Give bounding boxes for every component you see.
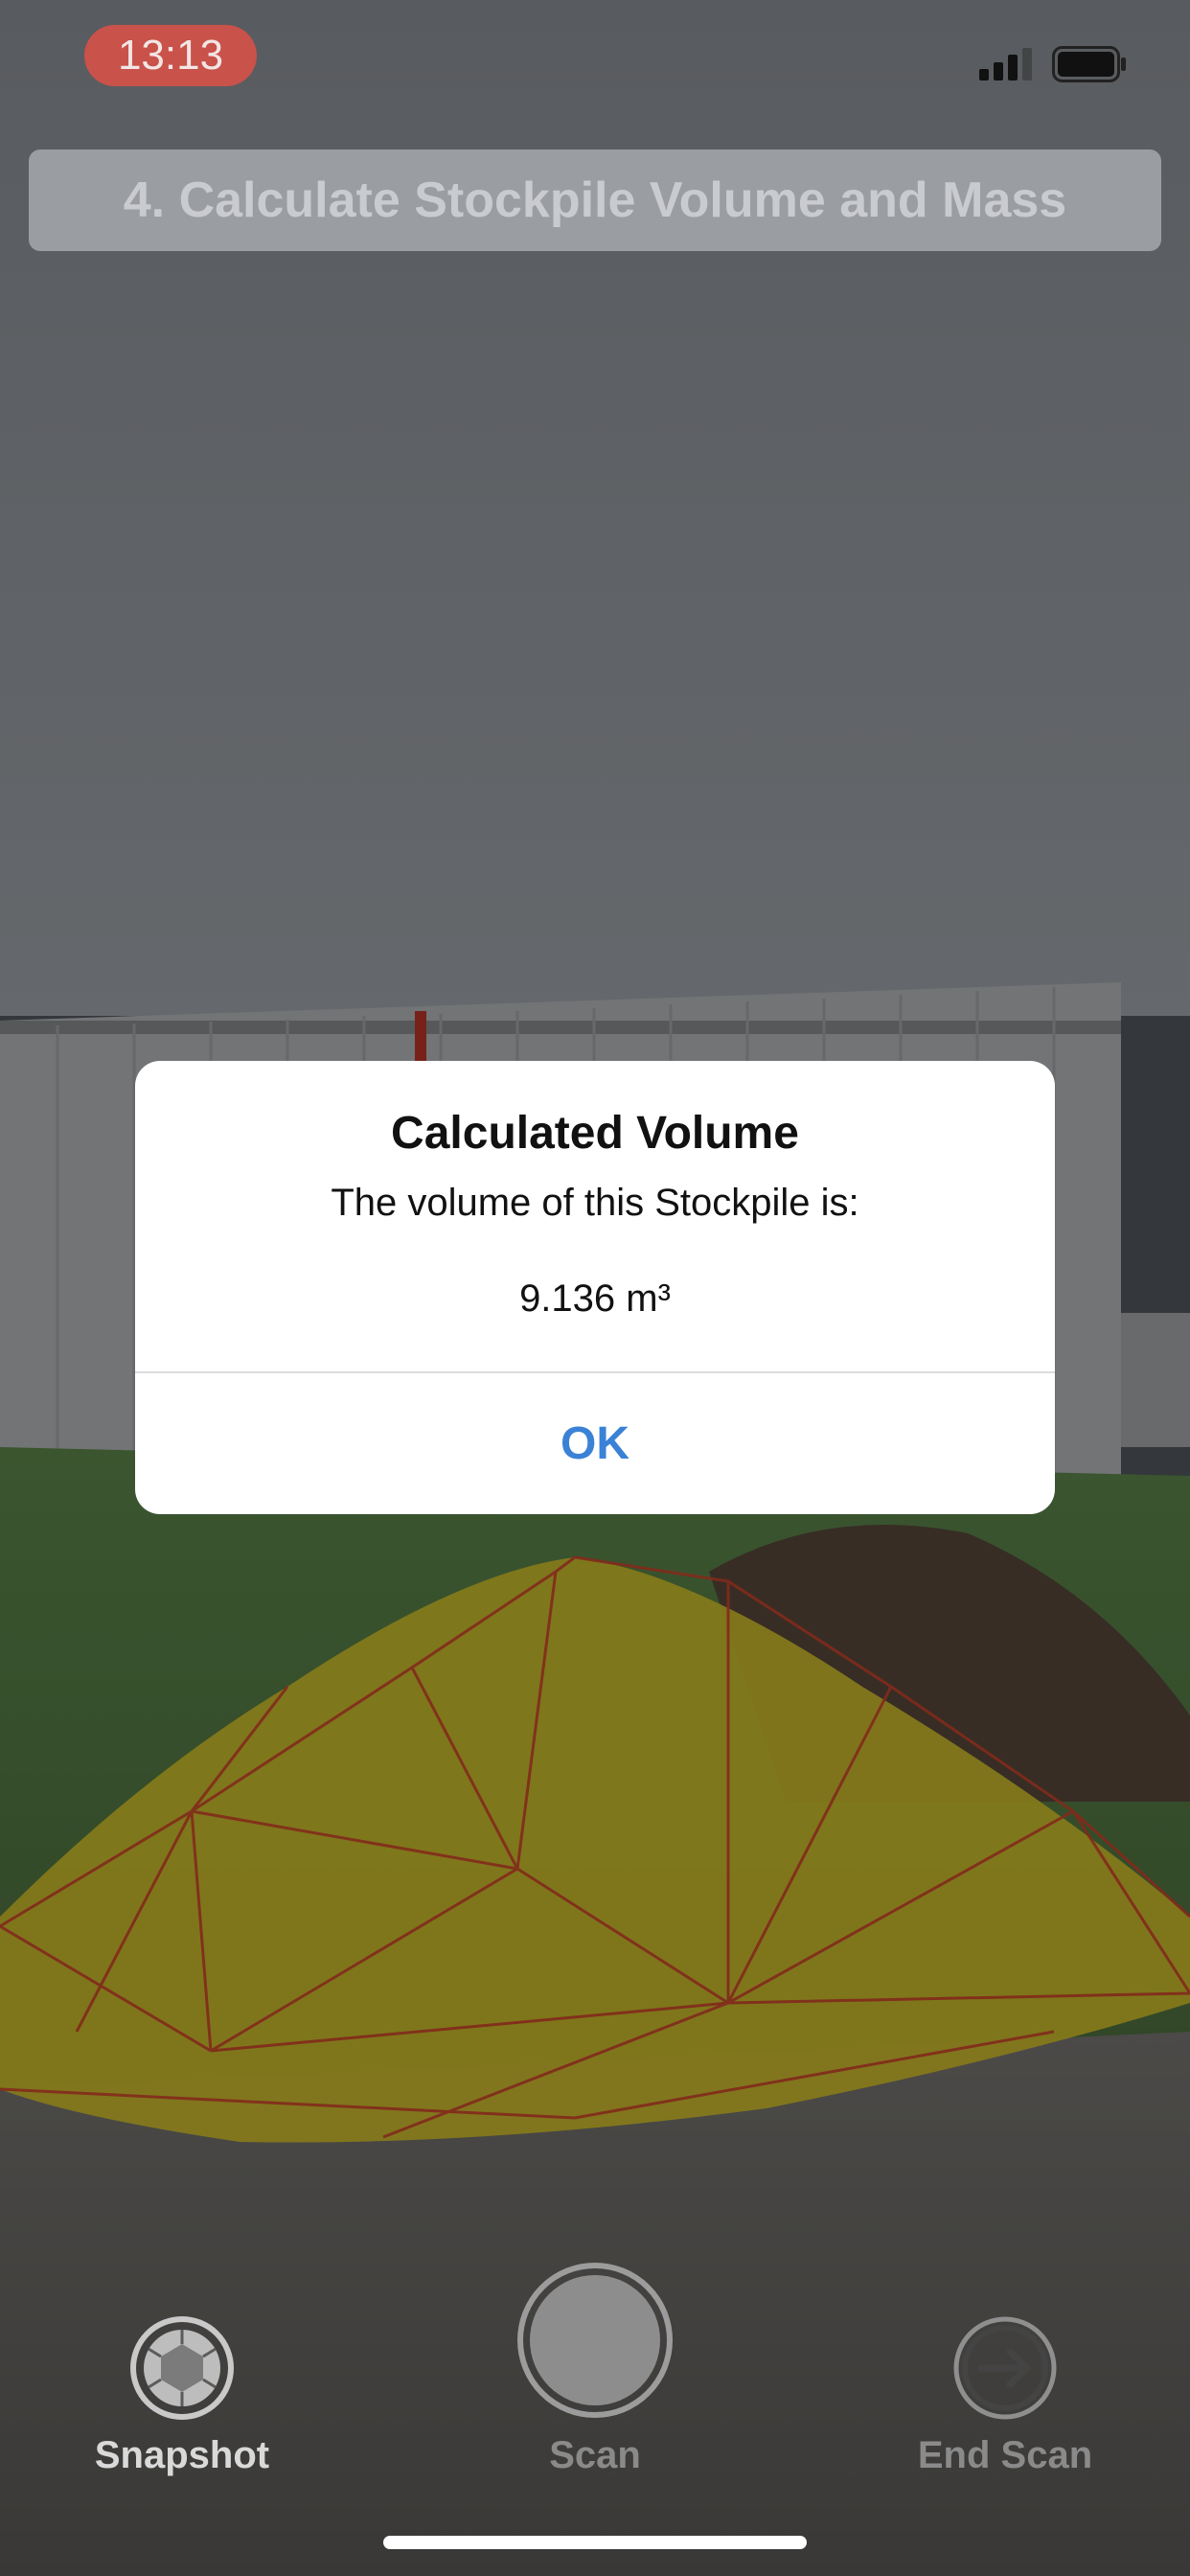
end-scan-label: End Scan: [917, 2434, 1093, 2476]
calculated-volume-alert: Calculated Volume The volume of this Sto…: [135, 1061, 1055, 1514]
end-scan-button[interactable]: End Scan: [852, 2233, 1158, 2482]
snapshot-button[interactable]: Snapshot: [29, 2233, 335, 2482]
home-indicator[interactable]: [383, 2536, 807, 2549]
alert-title: Calculated Volume: [391, 1108, 799, 1159]
alert-message: The volume of this Stockpile is:: [331, 1182, 859, 1224]
status-bar: 13:13: [0, 0, 1190, 125]
camera-aperture-icon: [130, 2316, 234, 2420]
arrow-right-circle-icon: [953, 2316, 1057, 2420]
snapshot-label: Snapshot: [94, 2434, 270, 2476]
shutter-circle-icon: [517, 2263, 673, 2418]
cellular-signal-icon: [979, 48, 1032, 80]
battery-icon: [1052, 46, 1126, 82]
status-time: 13:13: [84, 25, 257, 86]
bottom-toolbar: Snapshot Scan End Scan: [0, 2233, 1190, 2520]
volume-value: 9.136 m³: [519, 1277, 671, 1320]
scan-label: Scan: [549, 2434, 641, 2476]
ok-button[interactable]: OK: [135, 1373, 1055, 1514]
step-title-banner: 4. Calculate Stockpile Volume and Mass: [29, 150, 1161, 251]
scan-button[interactable]: Scan: [442, 2233, 748, 2482]
